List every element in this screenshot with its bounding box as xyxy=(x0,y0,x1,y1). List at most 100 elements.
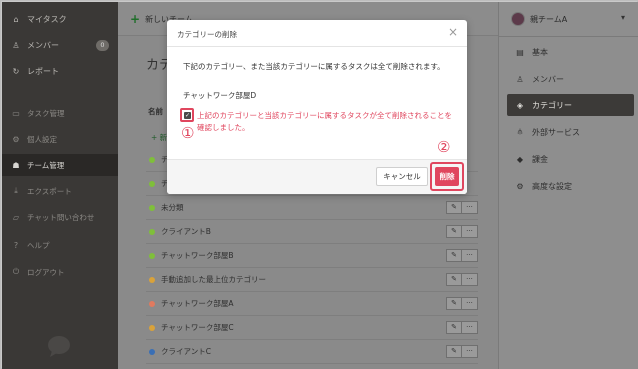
dialog-header: カテゴリーの削除 × xyxy=(167,20,467,47)
more-icon[interactable]: ··· xyxy=(462,321,478,334)
settings-item-billing[interactable]: ◆ 課金 xyxy=(507,148,634,170)
more-icon[interactable]: ··· xyxy=(462,225,478,238)
diamond-icon: ◆ xyxy=(516,154,524,164)
edit-icon[interactable]: ✎ xyxy=(446,321,462,334)
people-icon: ☗ xyxy=(12,160,20,170)
sidebar-item-chat-inquiry[interactable]: ▱ チャット問い合わせ xyxy=(2,206,118,228)
sidebar-item-report[interactable]: ↻ レポート xyxy=(2,60,118,82)
edit-icon[interactable]: ✎ xyxy=(446,249,462,262)
settings-item-advanced[interactable]: ⚙ 高度な設定 xyxy=(507,175,634,197)
table-row: チャットワーク部屋A ✎ ··· xyxy=(146,292,478,316)
dialog-description: 下記のカテゴリー、また当該カテゴリーに属するタスクは全て削除されます。 xyxy=(183,62,445,71)
settings-item-category[interactable]: ◈ カテゴリー xyxy=(507,94,634,116)
more-icon[interactable]: ··· xyxy=(462,273,478,286)
settings-item-external-services[interactable]: ⫛ 外部サービス xyxy=(507,121,634,143)
edit-icon[interactable]: ✎ xyxy=(446,201,462,214)
more-icon[interactable]: ··· xyxy=(462,297,478,310)
dialog-title: カテゴリーの削除 xyxy=(177,30,237,39)
help-icon: ? xyxy=(13,240,19,250)
more-icon[interactable]: ··· xyxy=(462,201,478,214)
category-color-dot xyxy=(149,180,155,187)
power-icon: ⏻ xyxy=(12,267,20,276)
category-color-dot xyxy=(149,276,155,283)
sidebar-item-logout[interactable]: ⏻ ログアウト xyxy=(2,261,118,283)
edit-icon[interactable]: ✎ xyxy=(446,225,462,238)
category-name: チャットワーク部屋C xyxy=(161,323,234,332)
column-header-name: 名前 xyxy=(148,107,163,116)
delete-button[interactable]: 削除 xyxy=(435,167,459,186)
chat-icon: ▱ xyxy=(12,212,20,222)
network-icon: ⫛ xyxy=(517,127,523,136)
more-icon[interactable]: ··· xyxy=(462,249,478,262)
sidebar-item-label: エクスポート xyxy=(27,186,72,196)
tag-icon: ◈ xyxy=(516,100,524,110)
sidebar-item-task-management[interactable]: ▭ タスク管理 xyxy=(2,102,118,124)
sidebar-item-personal-settings[interactable]: ⚙ 個人設定 xyxy=(2,128,118,150)
settings-panel: 親チームA ▾ ▤ 基本 ♙ メンバー ◈ カテゴリー ⫛ 外部サービス ◆ 課… xyxy=(498,2,638,369)
team-name: 親チームA xyxy=(530,14,568,24)
sidebar-item-export[interactable]: ⤓ エクスポート xyxy=(2,180,118,202)
category-color-dot xyxy=(149,228,155,235)
settings-item-label: カテゴリー xyxy=(532,100,572,110)
avatar xyxy=(511,12,525,26)
category-color-dot xyxy=(149,156,155,163)
sidebar-item-label: 個人設定 xyxy=(27,134,57,144)
delete-button-highlight: 削除 xyxy=(430,162,464,191)
app-window: ⌂ マイタスク ♙ メンバー 0 ↻ レポート ▭ タスク管理 ⚙ 個人設定 ☗… xyxy=(0,0,638,369)
edit-icon[interactable]: ✎ xyxy=(446,297,462,310)
category-name: チャットワーク部屋B xyxy=(161,251,234,260)
confirm-text: 上記のカテゴリーと当該カテゴリーに属するタスクが全て削除されることを確認しました… xyxy=(197,111,452,132)
checkmark-icon: ✓ xyxy=(184,112,191,119)
category-color-dot xyxy=(149,324,155,331)
sidebar-item-members[interactable]: ♙ メンバー 0 xyxy=(2,34,118,56)
category-name: クライアントC xyxy=(161,347,211,356)
close-icon[interactable]: × xyxy=(448,25,458,39)
edit-icon[interactable]: ✎ xyxy=(446,345,462,358)
confirm-checkbox[interactable]: ✓ xyxy=(180,108,194,122)
download-icon: ⤓ xyxy=(14,186,18,195)
sidebar-item-label: ヘルプ xyxy=(27,240,50,250)
category-color-dot xyxy=(149,300,155,307)
table-row: 未分類 ✎ ··· xyxy=(146,196,478,220)
category-color-dot xyxy=(149,204,155,211)
settings-item-label: 外部サービス xyxy=(532,127,580,137)
person-icon: ♙ xyxy=(12,40,20,50)
category-color-dot xyxy=(149,348,155,355)
team-switcher[interactable]: 親チームA ▾ xyxy=(511,12,625,26)
category-name: チャットワーク部屋A xyxy=(161,299,234,308)
annotation-1: ① xyxy=(181,124,195,142)
inbox-icon: ▤ xyxy=(516,47,524,57)
divider xyxy=(499,36,638,37)
delete-category-dialog: カテゴリーの削除 × 下記のカテゴリー、また当該カテゴリーに属するタスクは全て削… xyxy=(167,20,467,194)
sidebar-item-label: チーム管理 xyxy=(27,160,65,170)
table-row: チャットワーク部屋C ✎ ··· xyxy=(146,316,478,340)
new-category-link[interactable]: + 新 xyxy=(151,132,167,143)
settings-item-label: 高度な設定 xyxy=(532,181,572,191)
settings-item-label: 課金 xyxy=(532,154,548,164)
more-icon[interactable]: ··· xyxy=(462,345,478,358)
count-badge: 0 xyxy=(96,39,109,51)
category-name: 手動追加した最上位カテゴリー xyxy=(161,275,266,284)
sidebar-item-label: ログアウト xyxy=(27,267,65,277)
sidebar-item-team-management[interactable]: ☗ チーム管理 xyxy=(2,154,118,176)
category-name: クライアントB xyxy=(161,227,211,236)
settings-item-label: 基本 xyxy=(532,47,548,57)
edit-icon[interactable]: ✎ xyxy=(446,273,462,286)
sidebar-item-label: タスク管理 xyxy=(27,108,65,118)
logo-icon xyxy=(48,336,70,357)
category-to-delete: チャットワーク部屋D xyxy=(183,91,257,100)
category-name: 未分類 xyxy=(161,203,184,212)
cancel-button[interactable]: キャンセル xyxy=(376,167,428,186)
table-row: 手動追加した最上位カテゴリー ✎ ··· xyxy=(146,268,478,292)
settings-item-label: メンバー xyxy=(532,74,564,84)
settings-item-basic[interactable]: ▤ 基本 xyxy=(507,41,634,63)
plus-icon: + xyxy=(130,12,141,26)
home-icon: ⌂ xyxy=(13,14,19,24)
settings-item-members[interactable]: ♙ メンバー xyxy=(507,68,634,90)
sidebar-item-help[interactable]: ? ヘルプ xyxy=(2,234,118,256)
sidebar-item-label: チャット問い合わせ xyxy=(27,212,95,222)
gear-icon: ⚙ xyxy=(516,181,524,191)
sidebar-item-mytask[interactable]: ⌂ マイタスク xyxy=(2,8,118,30)
folder-icon: ▭ xyxy=(12,108,20,118)
table-row: クライアントC ✎ ··· xyxy=(146,340,478,364)
